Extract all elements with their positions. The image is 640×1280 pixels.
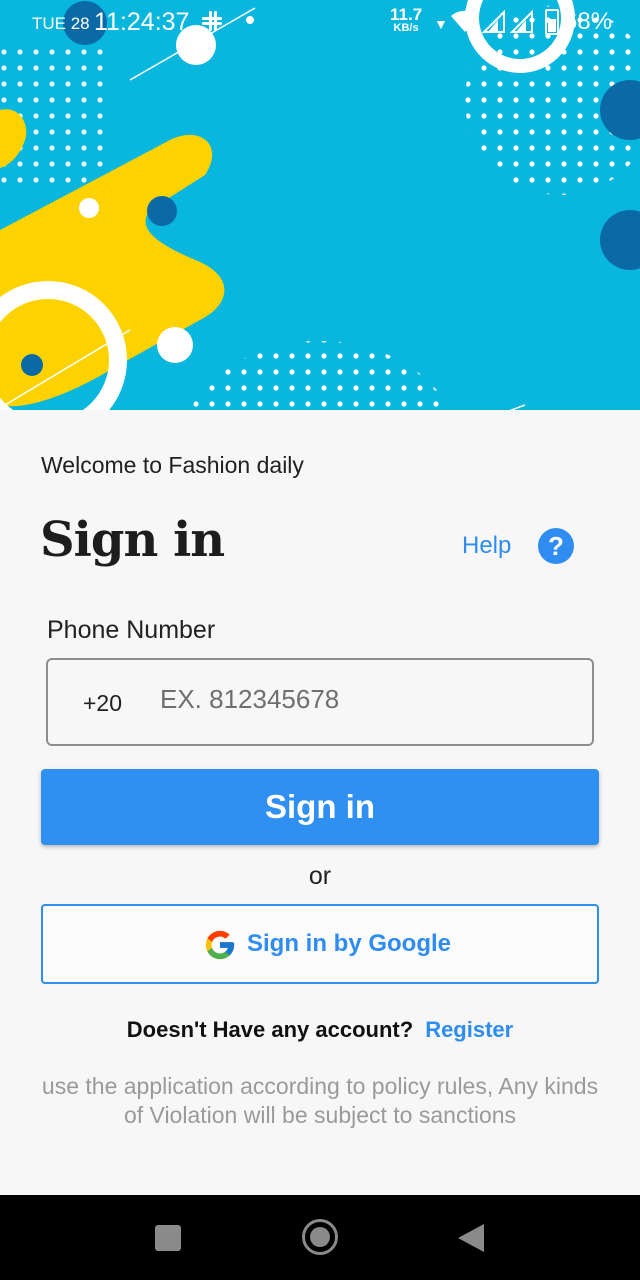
register-link[interactable]: Register — [425, 1017, 513, 1042]
or-divider: or — [308, 862, 332, 890]
welcome-text: Welcome to Fashion daily — [41, 452, 304, 478]
download-arrow-icon: ▼ — [434, 16, 448, 32]
net-speed: 11.7 KB/s — [390, 6, 422, 34]
slack-icon — [202, 11, 222, 31]
google-sign-in-button[interactable]: Sign in by Google — [41, 904, 599, 984]
wifi-icon — [451, 10, 479, 32]
battery-percent: 68% — [564, 8, 613, 35]
recent-apps-icon[interactable] — [155, 1225, 181, 1251]
page-title: Sign in — [40, 512, 225, 568]
country-code[interactable]: +20 — [83, 690, 122, 717]
status-time: 11:24:37 — [94, 8, 190, 36]
status-bar: TUE 28 11:24:37 11.7 KB/s ▼ 68% — [0, 0, 640, 48]
register-row: Doesn't Have any account? Register — [0, 1017, 640, 1043]
help-icon[interactable]: ? — [538, 528, 574, 564]
phone-number-field[interactable]: +20 — [46, 658, 594, 746]
sign-in-button[interactable]: Sign in — [41, 769, 599, 845]
policy-text: use the application according to policy … — [41, 1073, 599, 1128]
google-button-label: Sign in by Google — [247, 930, 451, 957]
signin-panel: Welcome to Fashion daily Sign in Help ? … — [0, 410, 640, 1195]
signal-icon — [482, 10, 505, 33]
battery-icon — [545, 9, 559, 35]
help-link[interactable]: Help — [462, 532, 511, 560]
phone-number-label: Phone Number — [47, 616, 216, 644]
net-speed-unit: KB/s — [393, 22, 419, 34]
google-icon — [205, 930, 235, 960]
notification-dot-icon — [246, 16, 254, 24]
signal-icon-2 — [510, 10, 533, 33]
hero-illustration — [0, 0, 640, 410]
back-icon[interactable] — [458, 1224, 484, 1252]
status-date: TUE 28 — [32, 14, 90, 33]
hero-art — [0, 0, 640, 410]
system-nav-bar — [0, 1195, 640, 1280]
no-account-text: Doesn't Have any account? — [126, 1017, 414, 1042]
phone-input[interactable] — [160, 678, 580, 720]
home-icon[interactable] — [302, 1219, 338, 1255]
